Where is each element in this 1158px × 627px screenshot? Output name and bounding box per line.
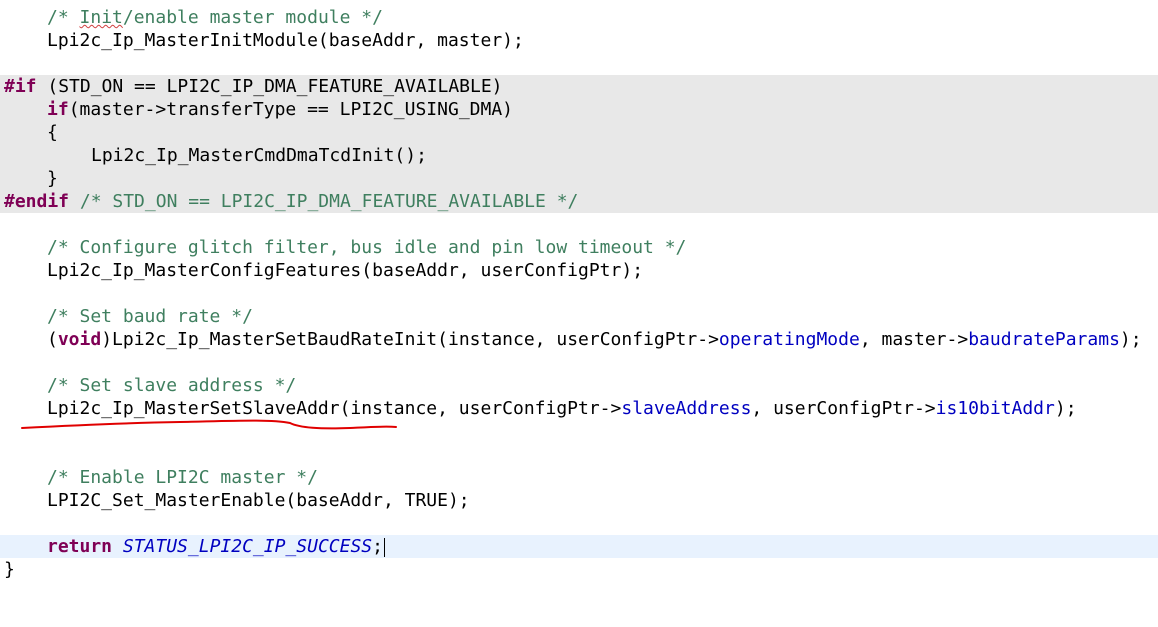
code-text: Lpi2c_Ip_MasterConfigFeatures(baseAddr, … bbox=[47, 260, 644, 281]
text-caret bbox=[383, 537, 385, 557]
enum-constant: STATUS_LPI2C_IP_SUCCESS bbox=[122, 536, 373, 557]
code-line-22[interactable]: LPI2C_Set_MasterEnable(baseAddr, TRUE); bbox=[0, 489, 1158, 512]
struct-field: slaveAddress bbox=[621, 398, 752, 419]
code-line-25[interactable]: } bbox=[0, 558, 1158, 581]
keyword: return bbox=[47, 536, 113, 557]
code-line-17[interactable]: /* Set slave address */ bbox=[0, 374, 1158, 397]
code-line-11[interactable]: /* Configure glitch filter, bus idle and… bbox=[0, 236, 1158, 259]
code-editor[interactable]: /* Init/enable master module */ Lpi2c_Ip… bbox=[0, 0, 1158, 580]
code-line-5[interactable]: if(master->transferType == LPI2C_USING_D… bbox=[0, 98, 1158, 121]
code-line-8[interactable]: } bbox=[0, 167, 1158, 190]
code-line-21[interactable]: /* Enable LPI2C master */ bbox=[0, 466, 1158, 489]
preprocessor-directive: #if bbox=[4, 76, 37, 97]
code-text: LPI2C_Set_MasterEnable(baseAddr, TRUE); bbox=[47, 490, 470, 511]
comment: /* Set slave address */ bbox=[47, 375, 297, 396]
code-text: } bbox=[4, 559, 15, 580]
preprocessor-directive: #endif bbox=[4, 191, 70, 212]
code-text: { bbox=[47, 122, 58, 143]
comment: /* Enable LPI2C master */ bbox=[47, 467, 318, 488]
code-text: Lpi2c_Ip_MasterCmdDmaTcdInit(); bbox=[91, 145, 427, 166]
code-line-14[interactable]: /* Set baud rate */ bbox=[0, 305, 1158, 328]
code-line-4[interactable]: #if (STD_ON == LPI2C_IP_DMA_FEATURE_AVAI… bbox=[0, 75, 1158, 98]
code-text: Lpi2c_Ip_MasterInitModule(baseAddr, mast… bbox=[47, 30, 524, 51]
code-line-current[interactable]: return STATUS_LPI2C_IP_SUCCESS; bbox=[0, 535, 1158, 558]
function-call: Lpi2c_Ip_MasterSetSlaveAddr(instance, us… bbox=[47, 398, 622, 419]
code-line-18[interactable]: Lpi2c_Ip_MasterSetSlaveAddr(instance, us… bbox=[0, 397, 1158, 420]
code-line-7[interactable]: Lpi2c_Ip_MasterCmdDmaTcdInit(); bbox=[0, 144, 1158, 167]
code-line-6[interactable]: { bbox=[0, 121, 1158, 144]
spelling-marker: Init bbox=[79, 7, 123, 28]
struct-field: baudrateParams bbox=[968, 329, 1120, 350]
struct-field: operatingMode bbox=[718, 329, 860, 350]
comment: /* STD_ON == LPI2C_IP_DMA_FEATURE_AVAILA… bbox=[69, 191, 579, 212]
code-line-15[interactable]: (void)Lpi2c_Ip_MasterSetBaudRateInit(ins… bbox=[0, 328, 1158, 351]
code-line-12[interactable]: Lpi2c_Ip_MasterConfigFeatures(baseAddr, … bbox=[0, 259, 1158, 282]
keyword: void bbox=[57, 329, 102, 350]
code-line-2[interactable]: Lpi2c_Ip_MasterInitModule(baseAddr, mast… bbox=[0, 29, 1158, 52]
code-line-9[interactable]: #endif /* STD_ON == LPI2C_IP_DMA_FEATURE… bbox=[0, 190, 1158, 213]
struct-field: is10bitAddr bbox=[935, 398, 1055, 419]
code-line-1[interactable]: /* Init/enable master module */ bbox=[0, 6, 1158, 29]
comment: /* Configure glitch filter, bus idle and… bbox=[47, 237, 687, 258]
comment: /* Set baud rate */ bbox=[47, 306, 253, 327]
code-text: } bbox=[47, 168, 58, 189]
keyword: if bbox=[47, 99, 69, 120]
comment: /* Init/enable master module */ bbox=[47, 7, 383, 28]
